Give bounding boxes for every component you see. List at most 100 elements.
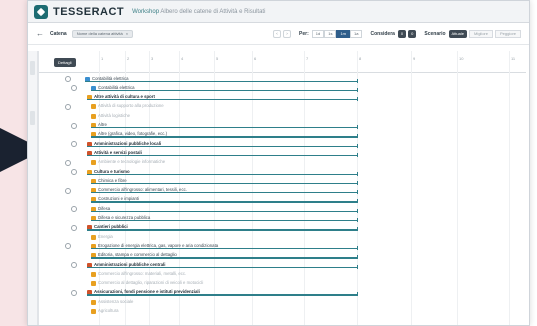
expand-toggle-icon[interactable]	[65, 76, 71, 82]
catena-select[interactable]: Nome della catena attività ×	[71, 29, 134, 38]
tree-row[interactable]: Contabilità elettrica	[39, 75, 526, 83]
timeline-bar[interactable]	[87, 99, 357, 101]
expand-toggle-icon[interactable]	[71, 141, 77, 148]
tree-row[interactable]: Assistenza sociale	[39, 298, 526, 306]
gantt-grid: Dettagli 1 2 3 4 5 6 7 8 9 10 11 Contabilità elett…	[38, 51, 526, 325]
timeline-bar-end[interactable]	[357, 143, 358, 148]
timeline-bar-end[interactable]	[357, 208, 358, 213]
tree-row[interactable]: Commercio all'ingrosso: materiali, metal…	[39, 270, 526, 278]
tree-row[interactable]: Contabilità elettrica	[39, 84, 526, 92]
timeline-bar[interactable]	[87, 266, 357, 268]
timeline-bar[interactable]	[87, 173, 357, 175]
timeline-bar-end[interactable]	[357, 152, 358, 157]
tree-row[interactable]: Erogazione di energia elettrica, gas, va…	[39, 242, 526, 250]
tree-row[interactable]: Costruzioni e impianti	[39, 196, 526, 204]
expand-toggle-icon[interactable]	[71, 122, 77, 129]
app-header: TESSERACT Workshop Albero delle catene d…	[28, 1, 529, 23]
side-tab[interactable]	[30, 111, 35, 125]
timeline-bar[interactable]	[91, 136, 357, 138]
chevron-right-icon[interactable]: ›	[283, 29, 292, 38]
tree-row[interactable]: Assicurazioni, fondi pensione e istituti…	[39, 289, 526, 297]
expand-toggle-icon[interactable]	[71, 206, 77, 213]
timeline-bar-end[interactable]	[357, 97, 358, 102]
timeline-bar[interactable]	[91, 257, 357, 259]
timeline-bar[interactable]	[87, 229, 357, 231]
timeline-bar-end[interactable]	[357, 125, 358, 129]
timeline-bar-end[interactable]	[357, 292, 358, 297]
period-option-1s[interactable]: 1s	[324, 29, 337, 38]
timeline-bar[interactable]	[91, 201, 357, 203]
arrow-left-icon[interactable]: ←	[36, 29, 44, 38]
timeline-bar-end[interactable]	[357, 87, 358, 92]
expand-toggle-icon[interactable]	[71, 289, 77, 296]
scenario-peggiore-button[interactable]: Peggiore	[494, 29, 521, 38]
details-button[interactable]: Dettagli	[54, 58, 76, 67]
tree-row[interactable]: Ambiente e tecnologie informatiche	[39, 159, 526, 167]
timeline-bar-end[interactable]	[357, 264, 358, 269]
node-type-icon	[91, 160, 96, 166]
timeline-bar-end[interactable]	[357, 190, 358, 195]
tree-row[interactable]: Editoria, stampa e commercio al dettagli…	[39, 252, 526, 260]
timeline-bar-end[interactable]	[357, 180, 358, 185]
tree-row[interactable]: Amministrazioni pubbliche locali	[39, 140, 526, 148]
tree-row[interactable]: Commercio all'ingrosso: alimentari, tess…	[39, 187, 526, 195]
expand-toggle-icon[interactable]	[71, 169, 77, 175]
timeline-bar-end[interactable]	[357, 78, 358, 83]
tree-row[interactable]: Altre attività di cultura e sport	[39, 94, 526, 102]
timeline-bar[interactable]	[87, 294, 357, 296]
expand-toggle-icon[interactable]	[71, 262, 77, 268]
close-icon[interactable]: ×	[126, 31, 128, 36]
expand-toggle-icon[interactable]	[65, 187, 71, 194]
considera-to-input[interactable]: 0	[408, 29, 417, 38]
timeline-bar[interactable]	[87, 145, 357, 147]
timeline-bar[interactable]	[91, 182, 357, 185]
expand-toggle-icon[interactable]	[65, 243, 71, 250]
tree-row[interactable]: Attività di supporto alla produzione	[39, 103, 526, 111]
node-type-icon	[91, 234, 96, 240]
side-tab[interactable]	[30, 61, 35, 75]
timeline-bar-end[interactable]	[357, 255, 358, 260]
tree-row[interactable]: Cultura e turismo	[39, 168, 526, 176]
tree-row[interactable]: Energia	[39, 233, 526, 241]
period-option-1a[interactable]: 1a	[350, 29, 363, 38]
expand-toggle-icon[interactable]	[65, 103, 71, 110]
column-number: 1	[101, 56, 104, 61]
expand-toggle-icon[interactable]	[71, 224, 77, 231]
scenario-attuale-button[interactable]: Attuale	[448, 29, 467, 38]
timeline-bar[interactable]	[91, 89, 357, 92]
timeline-bar-end[interactable]	[357, 134, 358, 139]
chevron-left-icon[interactable]: ‹	[273, 29, 282, 38]
timeline-bar-end[interactable]	[357, 171, 358, 176]
tesseract-logo-icon	[34, 4, 48, 19]
tree-row[interactable]: Amministrazioni pubbliche centrali	[39, 261, 526, 269]
expand-toggle-icon[interactable]	[65, 159, 71, 166]
timeline-bar[interactable]	[91, 220, 357, 222]
timeline-bar[interactable]	[91, 192, 357, 194]
period-option-1d[interactable]: 1d	[311, 29, 325, 38]
period-option-1m[interactable]: 1m	[336, 29, 351, 38]
timeline-bar[interactable]	[87, 154, 357, 157]
timeline-bar[interactable]	[91, 210, 357, 213]
timeline-bar-end[interactable]	[357, 227, 358, 232]
timeline-bar-end[interactable]	[357, 199, 358, 204]
timeline-bar-end[interactable]	[357, 218, 358, 222]
tree-row[interactable]: Difesa e sicurezza pubblica	[39, 215, 526, 223]
tree-row[interactable]: Chimica e fibre	[39, 177, 526, 185]
timeline-bar[interactable]	[91, 247, 357, 250]
tree-row[interactable]: Agricoltura	[39, 308, 526, 316]
timeline-bar-end[interactable]	[357, 245, 358, 250]
tree-row[interactable]: Altre (grafica, video, fotografie, ecc.)	[39, 131, 526, 139]
timeline-bar[interactable]	[85, 80, 357, 82]
scenario-migliore-button[interactable]: Migliore	[468, 29, 493, 38]
tree-row[interactable]: Commercio al dettaglio, riparazioni di v…	[39, 280, 526, 288]
column-number: 9	[413, 56, 416, 61]
tree-row[interactable]: Difesa	[39, 205, 526, 213]
tree-row[interactable]: Attività e servizi postali	[39, 149, 526, 157]
tree-row[interactable]: Altre	[39, 122, 526, 130]
tree-row[interactable]: Attività logistiche	[39, 112, 526, 120]
timeline-bar[interactable]	[91, 127, 357, 129]
column-number: 2	[127, 56, 130, 61]
considera-from-input[interactable]: 0	[397, 29, 407, 38]
tree-row[interactable]: Cantieri pubblici	[39, 224, 526, 232]
expand-toggle-icon[interactable]	[71, 85, 77, 92]
